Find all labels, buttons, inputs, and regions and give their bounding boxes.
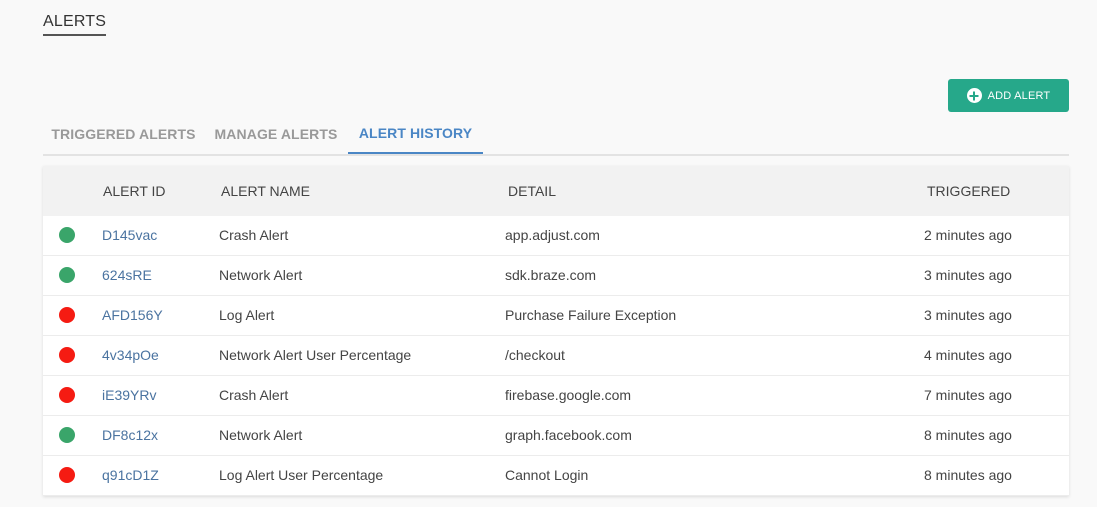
alert-name: Crash Alert: [219, 227, 289, 243]
table-row[interactable]: q91cD1Z Log Alert User Percentage Cannot L…: [43, 456, 1069, 496]
triggered-time: 7 minutes ago: [924, 387, 1012, 403]
table-row[interactable]: DF8c12x Network Alert graph.facebook.com 8 …: [43, 416, 1069, 456]
alert-id-link[interactable]: q91cD1Z: [102, 467, 159, 483]
table-row[interactable]: 624sRE Network Alert sdk.braze.com 3 minute…: [43, 256, 1069, 296]
triggered-time: 4 minutes ago: [924, 347, 1012, 363]
alert-detail: /checkout: [505, 347, 565, 363]
table-row[interactable]: D145vac Crash Alert app.adjust.com 2 minute…: [43, 216, 1069, 256]
alert-name: Network Alert: [219, 267, 303, 283]
table-row[interactable]: AFD156Y Log Alert Purchase Failure Excepti…: [43, 296, 1069, 336]
triggered-time: 3 minutes ago: [924, 307, 1012, 323]
table-body: D145vac Crash Alert app.adjust.com 2 minute…: [43, 216, 1069, 496]
page: ALERTS ADD ALERT TRIGGERED ALERTS MANAGE…: [0, 0, 1097, 507]
status-dot-icon: [59, 427, 75, 443]
column-header-alert-id[interactable]: ALERT ID: [103, 183, 166, 199]
tab-triggered-alerts[interactable]: TRIGGERED ALERTS: [43, 113, 204, 154]
alert-id-link[interactable]: DF8c12x: [102, 427, 158, 443]
alert-detail: firebase.google.com: [505, 387, 632, 403]
status-dot-icon: [59, 347, 75, 363]
alert-name: Log Alert User Percentage: [219, 467, 384, 483]
tab-bar: TRIGGERED ALERTS MANAGE ALERTS ALERT HIS…: [43, 113, 1069, 156]
status-dot-icon: [59, 267, 75, 283]
alert-detail: app.adjust.com: [505, 227, 600, 243]
table-row[interactable]: 4v34pOe Network Alert User Percentage/che…: [43, 336, 1069, 376]
status-dot-icon: [59, 227, 75, 243]
add-alert-label: ADD ALERT: [987, 89, 1051, 102]
status-dot-icon: [59, 307, 75, 323]
alert-name: Crash Alert: [219, 387, 289, 403]
alert-history-table: ALERT ID ALERT NAME DETAIL TRIGGERED D14…: [43, 166, 1069, 496]
alert-detail: graph.facebook.com: [505, 427, 632, 443]
alert-id-link[interactable]: AFD156Y: [102, 307, 163, 323]
tab-manage-alerts[interactable]: MANAGE ALERTS: [204, 113, 348, 154]
column-header-detail[interactable]: DETAIL: [508, 183, 556, 199]
tab-alert-history[interactable]: ALERT HISTORY: [348, 113, 483, 154]
alert-detail: Cannot Login: [505, 467, 589, 483]
alert-id-link[interactable]: D145vac: [102, 227, 157, 243]
alert-id-link[interactable]: 624sRE: [102, 267, 152, 283]
table-header: ALERT ID ALERT NAME DETAIL TRIGGERED: [43, 166, 1069, 216]
alert-name: Network Alert: [219, 427, 303, 443]
column-header-alert-name[interactable]: ALERT NAME: [221, 183, 310, 199]
page-title: ALERTS: [43, 13, 107, 36]
plus-circle-icon: [966, 88, 982, 103]
triggered-time: 8 minutes ago: [924, 427, 1012, 443]
status-dot-icon: [59, 467, 75, 483]
alert-name: Log Alert: [219, 307, 275, 323]
alert-detail: Purchase Failure Exception: [505, 307, 677, 323]
alert-id-link[interactable]: iE39YRv: [102, 387, 156, 403]
add-alert-button[interactable]: ADD ALERT: [948, 79, 1069, 112]
triggered-time: 8 minutes ago: [924, 467, 1012, 483]
triggered-time: 2 minutes ago: [924, 227, 1012, 243]
alert-id-link[interactable]: 4v34pOe: [102, 347, 159, 363]
status-dot-icon: [59, 387, 75, 403]
table-row[interactable]: iE39YRv Crash Alert firebase.google.com 7 m…: [43, 376, 1069, 416]
column-header-triggered[interactable]: TRIGGERED: [927, 183, 1010, 199]
alert-name: Network Alert User Percentage: [219, 347, 412, 363]
triggered-time: 3 minutes ago: [924, 267, 1012, 283]
alert-detail: sdk.braze.com: [505, 267, 597, 283]
